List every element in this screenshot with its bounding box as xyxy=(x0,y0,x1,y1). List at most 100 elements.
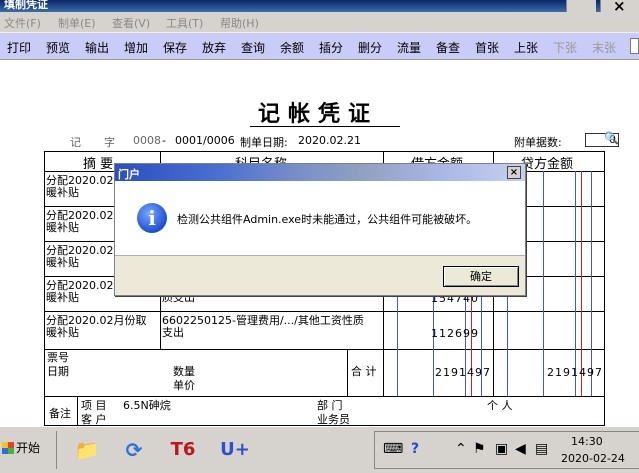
maximize-button[interactable] xyxy=(566,0,596,12)
grid-line xyxy=(347,349,348,396)
row-summary-line2: 暖补贴 xyxy=(46,326,79,339)
toolbar-button-12[interactable]: 首张 xyxy=(475,39,499,56)
total-credit: 2191497 xyxy=(547,366,603,379)
toolbar-button-5[interactable]: 放弃 xyxy=(202,39,226,56)
expand-tray-icon[interactable]: ⌃ xyxy=(455,441,467,457)
window-title: 填制凭证 xyxy=(4,0,48,11)
menu-item-2[interactable]: 查看(V) xyxy=(112,15,150,31)
voucher-type-field[interactable]: 记 xyxy=(70,134,81,150)
close-icon: × xyxy=(509,167,519,178)
table-row[interactable]: 分配2020.02 暖补贴 xyxy=(46,175,114,199)
menu-item-4[interactable]: 帮助(H) xyxy=(220,15,259,31)
voucher-title: 记帐凭证 xyxy=(258,101,379,127)
table-row[interactable]: 分配2020.02 暖补贴 xyxy=(46,280,114,304)
toolbar-button-2[interactable]: 输出 xyxy=(85,39,109,56)
notes-label: 备注 xyxy=(49,407,71,420)
total-label: 合 计 xyxy=(351,365,377,378)
dialog-body: i 检测公共组件Admin.exe时未能通过，公共组件可能被破坏。 xyxy=(115,181,525,256)
table-row[interactable]: 分配2020.02 暖补贴 xyxy=(46,210,114,234)
sales-label: 业务员 xyxy=(317,413,350,426)
menu-item-1[interactable]: 制单(E) xyxy=(58,15,96,31)
voucher-date-field[interactable]: 2020.02.21 xyxy=(298,134,361,147)
close-button[interactable]: × xyxy=(600,0,639,15)
digit-line xyxy=(581,171,582,396)
dept-label: 部 门 xyxy=(317,399,343,412)
menu-item-3[interactable]: 工具(T) xyxy=(166,15,203,31)
network-icon[interactable]: ▣ xyxy=(495,441,508,457)
header-summary: 摘 要 xyxy=(83,157,114,172)
dialog-close-button[interactable]: × xyxy=(507,166,521,179)
row-account-line2: 支出 xyxy=(162,326,184,339)
help-icon[interactable]: ? xyxy=(411,441,419,457)
person-label: 个 人 xyxy=(487,399,513,412)
header-credit: 贷方金额 xyxy=(521,157,574,172)
dialog-message: 检测公共组件Admin.exe时未能通过，公共组件可能被破坏。 xyxy=(177,213,478,226)
toolbar-button-4[interactable]: 保存 xyxy=(163,39,187,56)
toolbar-button-14: 下张 xyxy=(553,41,578,55)
volume-muted-icon[interactable]: ◀ xyxy=(515,441,526,457)
project-label: 项 目 xyxy=(81,399,107,412)
ticket-date-label: 日期 xyxy=(47,365,69,378)
row-summary-line2: 暖补贴 xyxy=(46,291,79,304)
digit-line xyxy=(543,171,544,396)
table-row[interactable]: 分配2020.02 暖补贴 xyxy=(46,245,114,269)
display-icon[interactable]: ▤ xyxy=(535,441,548,457)
toolbar-button-9[interactable]: 删分 xyxy=(358,39,382,56)
start-label: 开始 xyxy=(16,441,41,455)
clock-time[interactable]: 14:30 xyxy=(571,435,603,448)
taskbar-divider xyxy=(56,431,57,469)
toolbar-button-1[interactable]: 预览 xyxy=(46,39,70,56)
flag-icon[interactable]: ⚑ xyxy=(473,441,486,457)
keyboard-icon[interactable]: ⌨ xyxy=(383,441,403,457)
ok-button[interactable]: 确定 xyxy=(443,266,519,287)
toolbar-button-8[interactable]: 插分 xyxy=(319,39,343,56)
ticket-no-label: 票号 xyxy=(47,351,69,364)
toolbar-button-15: 末张 xyxy=(592,41,617,55)
menu-item-0[interactable]: 文件(F) xyxy=(4,15,41,31)
voucher-no-label: 字 xyxy=(104,136,115,149)
row-summary-line2: 暖补贴 xyxy=(46,256,79,269)
toolbar-button-10[interactable]: 流量 xyxy=(397,39,421,56)
voucher-date-label: 制单日期: xyxy=(240,136,288,149)
total-debit: 2191497 xyxy=(435,366,491,379)
lookup-icon[interactable]: 🔍 xyxy=(604,131,619,145)
row-debit[interactable]: 112699 xyxy=(383,327,479,340)
toolbar-button-6[interactable]: 查询 xyxy=(241,39,265,56)
system-tray: ⌨ ? ⌃ ⚑ ▣ ◀ ▤ 14:30 2020-02-24 xyxy=(374,431,639,469)
customer-label: 客 户 xyxy=(81,413,107,426)
voucher-no-field[interactable]: 0008 xyxy=(133,134,161,147)
menu-bar: 文件(F) 制单(E) 查看(V) 工具(T) 帮助(H) xyxy=(0,12,639,32)
toolbar-scroll-handle[interactable] xyxy=(630,38,639,54)
folder-app-icon[interactable]: 📁 xyxy=(68,432,106,468)
windows-logo-icon xyxy=(2,442,14,454)
window-title-bar[interactable]: 填制凭证 xyxy=(0,0,639,12)
toolbar-button-11[interactable]: 备查 xyxy=(436,39,460,56)
toolbar-button-7[interactable]: 余额 xyxy=(280,39,304,56)
start-button[interactable]: 开始 xyxy=(0,433,50,463)
sync-app-icon[interactable]: ⟳ xyxy=(115,432,153,468)
dialog-title-bar[interactable]: 门户 × xyxy=(115,164,525,181)
table-row[interactable]: 分配2020.02月份取 暖补贴 xyxy=(46,315,147,339)
toolbar-button-13[interactable]: 上张 xyxy=(514,39,538,56)
row-account-line1: 6602250125-管理费用/.../其他工资性质 xyxy=(162,314,364,327)
clock-date[interactable]: 2020-02-24 xyxy=(561,452,625,465)
grid-line xyxy=(45,396,604,397)
grid-line xyxy=(77,396,78,427)
toolbar: 打印 预览 输出 增加 保存 放弃 查询 余额 插分 删分 流量 备查 首张 上张 下张 末张 xyxy=(0,32,639,60)
toolbar-button-3[interactable]: 增加 xyxy=(124,39,148,56)
price-label: 单价 xyxy=(173,379,195,392)
attachments-label: 附单据数: xyxy=(514,136,562,149)
row-account[interactable]: 6602250125-管理费用/.../其他工资性质 支出 xyxy=(162,315,364,339)
digit-line xyxy=(575,171,576,396)
toolbar-button-0[interactable]: 打印 xyxy=(7,39,31,56)
project-value[interactable]: 6.5N砷烷 xyxy=(123,400,171,412)
row-summary-line2: 暖补贴 xyxy=(46,221,79,234)
row-summary-line2: 暖补贴 xyxy=(46,186,79,199)
u8-app-icon[interactable]: U+ xyxy=(216,432,254,468)
voucher-dash: - xyxy=(162,134,166,147)
qty-label: 数量 xyxy=(173,365,195,378)
t6-app-icon[interactable]: T6 xyxy=(164,432,202,468)
voucher-seq: 0001/0006 xyxy=(175,134,235,147)
grid-line xyxy=(45,349,604,350)
voucher-title-underline xyxy=(250,126,400,127)
